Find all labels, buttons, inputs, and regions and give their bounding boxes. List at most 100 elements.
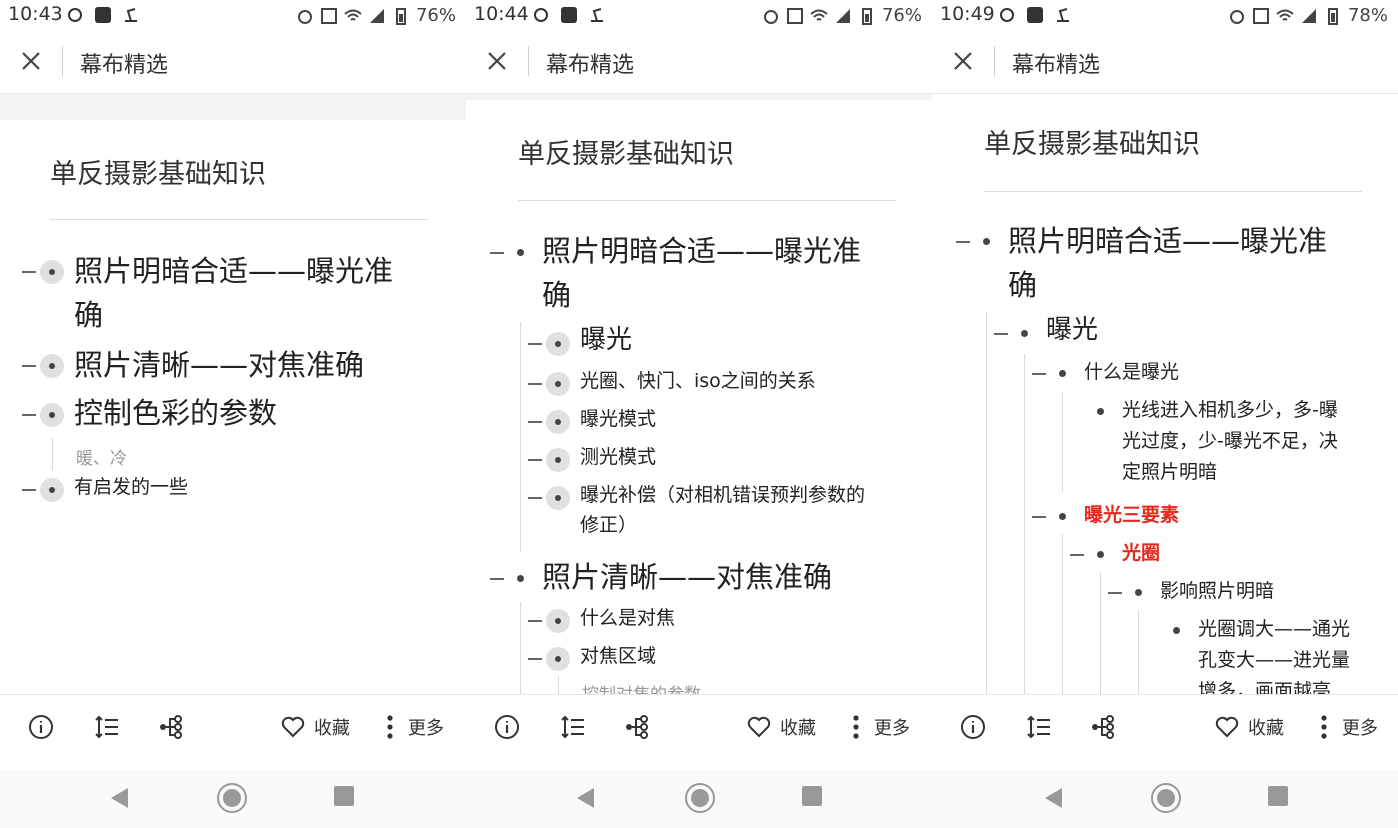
home-icon[interactable]: [684, 782, 716, 814]
outline-item-continuation[interactable]: 孔变大——进光量: [1198, 647, 1350, 675]
bullet-icon[interactable]: [546, 486, 570, 510]
bullet-icon[interactable]: [546, 609, 570, 633]
outline-level-button[interactable]: [94, 711, 120, 743]
bullet-icon[interactable]: [40, 403, 64, 427]
mindmap-button[interactable]: [1090, 711, 1116, 743]
outline-item-continuation[interactable]: 光过度，少-曝光不足，决: [1122, 428, 1338, 456]
favorite-button[interactable]: 收藏: [280, 711, 350, 743]
bullet-icon[interactable]: [983, 238, 990, 245]
outline-item[interactable]: 曝光补偿（对相机错误预判参数的: [580, 482, 865, 510]
outline-item[interactable]: 照片清晰——对焦准确: [74, 344, 364, 386]
collapse-toggle-icon[interactable]: [22, 271, 36, 273]
collapse-toggle-icon[interactable]: [1032, 373, 1046, 375]
bullet-icon[interactable]: [1173, 627, 1180, 634]
favorite-button[interactable]: 收藏: [746, 711, 816, 743]
bullet-icon[interactable]: [1097, 551, 1104, 558]
collapse-toggle-icon[interactable]: [528, 343, 542, 345]
back-icon[interactable]: [1042, 785, 1064, 811]
outline-content[interactable]: 单反摄影基础知识 照片明暗合适——曝光准 确 曝光 光圈、快门、iso之间的关系…: [466, 94, 932, 694]
collapse-toggle-icon[interactable]: [1070, 554, 1084, 556]
outline-item[interactable]: 影响照片明暗: [1160, 578, 1274, 606]
outline-item[interactable]: 照片明暗合适——曝光准: [542, 230, 861, 272]
info-button[interactable]: [494, 711, 520, 743]
collapse-toggle-icon[interactable]: [528, 620, 542, 622]
bullet-icon[interactable]: [517, 575, 524, 582]
collapse-toggle-icon[interactable]: [1108, 592, 1122, 594]
outline-item-continuation[interactable]: 增多，画面越亮: [1198, 678, 1331, 694]
outline-content[interactable]: 单反摄影基础知识 照片明暗合适——曝光准 确 曝光 什么是曝光 光线进入相机多少…: [932, 94, 1398, 694]
item-note[interactable]: 暖、冷: [76, 444, 127, 469]
bullet-icon[interactable]: [546, 647, 570, 671]
bullet-icon[interactable]: [546, 372, 570, 396]
bullet-icon[interactable]: [1059, 370, 1066, 377]
outline-item-continuation[interactable]: 定照片明暗: [1122, 459, 1217, 487]
outline-item[interactable]: 光线进入相机多少，多-曝: [1122, 397, 1338, 425]
bullet-icon[interactable]: [546, 410, 570, 434]
bullet-icon[interactable]: [1021, 330, 1028, 337]
outline-item-continuation[interactable]: 确: [542, 274, 571, 316]
info-button[interactable]: [28, 711, 54, 743]
favorite-button[interactable]: 收藏: [1214, 711, 1284, 743]
outline-level-button[interactable]: [1026, 711, 1052, 743]
outline-item[interactable]: 曝光: [1046, 312, 1098, 350]
bullet-icon[interactable]: [40, 478, 64, 502]
outline-item-highlighted[interactable]: 光圈: [1122, 540, 1160, 568]
back-icon[interactable]: [108, 785, 130, 811]
collapse-toggle-icon[interactable]: [22, 489, 36, 491]
outline-item[interactable]: 什么是对焦: [580, 605, 675, 633]
collapse-toggle-icon[interactable]: [528, 383, 542, 385]
recents-icon[interactable]: [801, 785, 823, 807]
outline-item[interactable]: 曝光模式: [580, 406, 656, 434]
outline-item[interactable]: 光圈调大——通光: [1198, 616, 1350, 644]
collapse-toggle-icon[interactable]: [528, 658, 542, 660]
collapse-toggle-icon[interactable]: [994, 333, 1008, 335]
back-icon[interactable]: [574, 785, 596, 811]
close-icon[interactable]: [18, 48, 44, 74]
more-button[interactable]: 更多: [380, 711, 444, 743]
outline-level-button[interactable]: [560, 711, 586, 743]
recents-icon[interactable]: [1267, 785, 1289, 807]
outline-item[interactable]: 测光模式: [580, 444, 656, 472]
outline-item[interactable]: 曝光: [580, 322, 632, 360]
bullet-icon[interactable]: [1059, 513, 1066, 520]
outline-content[interactable]: 单反摄影基础知识 照片明暗合适——曝光准 确 照片清晰——对焦准确 控制色彩的参…: [0, 94, 466, 694]
outline-item[interactable]: 有启发的一些: [74, 474, 188, 502]
outline-item[interactable]: 对焦区域: [580, 643, 656, 671]
close-icon[interactable]: [950, 48, 976, 74]
home-icon[interactable]: [216, 782, 248, 814]
outline-item[interactable]: 照片明暗合适——曝光准: [1008, 220, 1327, 262]
more-button[interactable]: 更多: [846, 711, 910, 743]
info-button[interactable]: [960, 711, 986, 743]
collapse-toggle-icon[interactable]: [528, 497, 542, 499]
mindmap-button[interactable]: [158, 711, 184, 743]
bullet-icon[interactable]: [546, 332, 570, 356]
item-note[interactable]: 控制对焦的参数: [582, 680, 701, 694]
outline-item[interactable]: 控制色彩的参数: [74, 392, 277, 434]
collapse-toggle-icon[interactable]: [528, 459, 542, 461]
collapse-toggle-icon[interactable]: [22, 414, 36, 416]
more-button[interactable]: 更多: [1314, 711, 1378, 743]
collapse-toggle-icon[interactable]: [22, 365, 36, 367]
outline-item[interactable]: 照片清晰——对焦准确: [542, 556, 832, 598]
close-icon[interactable]: [484, 48, 510, 74]
bullet-icon[interactable]: [517, 249, 524, 256]
bullet-icon[interactable]: [40, 354, 64, 378]
collapse-toggle-icon[interactable]: [1032, 516, 1046, 518]
collapse-toggle-icon[interactable]: [490, 578, 504, 580]
bullet-icon[interactable]: [40, 260, 64, 284]
outline-item-continuation[interactable]: 确: [74, 294, 103, 336]
collapse-toggle-icon[interactable]: [490, 252, 504, 254]
bullet-icon[interactable]: [1097, 408, 1104, 415]
mindmap-button[interactable]: [624, 711, 650, 743]
recents-icon[interactable]: [333, 785, 355, 807]
collapse-toggle-icon[interactable]: [528, 421, 542, 423]
outline-item-highlighted[interactable]: 曝光三要素: [1084, 502, 1179, 530]
home-icon[interactable]: [1150, 782, 1182, 814]
outline-item[interactable]: 光圈、快门、iso之间的关系: [580, 368, 816, 396]
outline-item[interactable]: 照片明暗合适——曝光准: [74, 250, 393, 292]
bullet-icon[interactable]: [1135, 589, 1142, 596]
outline-item[interactable]: 什么是曝光: [1084, 359, 1179, 387]
outline-item-continuation[interactable]: 修正）: [580, 512, 637, 540]
outline-item-continuation[interactable]: 确: [1008, 264, 1037, 306]
bullet-icon[interactable]: [546, 448, 570, 472]
